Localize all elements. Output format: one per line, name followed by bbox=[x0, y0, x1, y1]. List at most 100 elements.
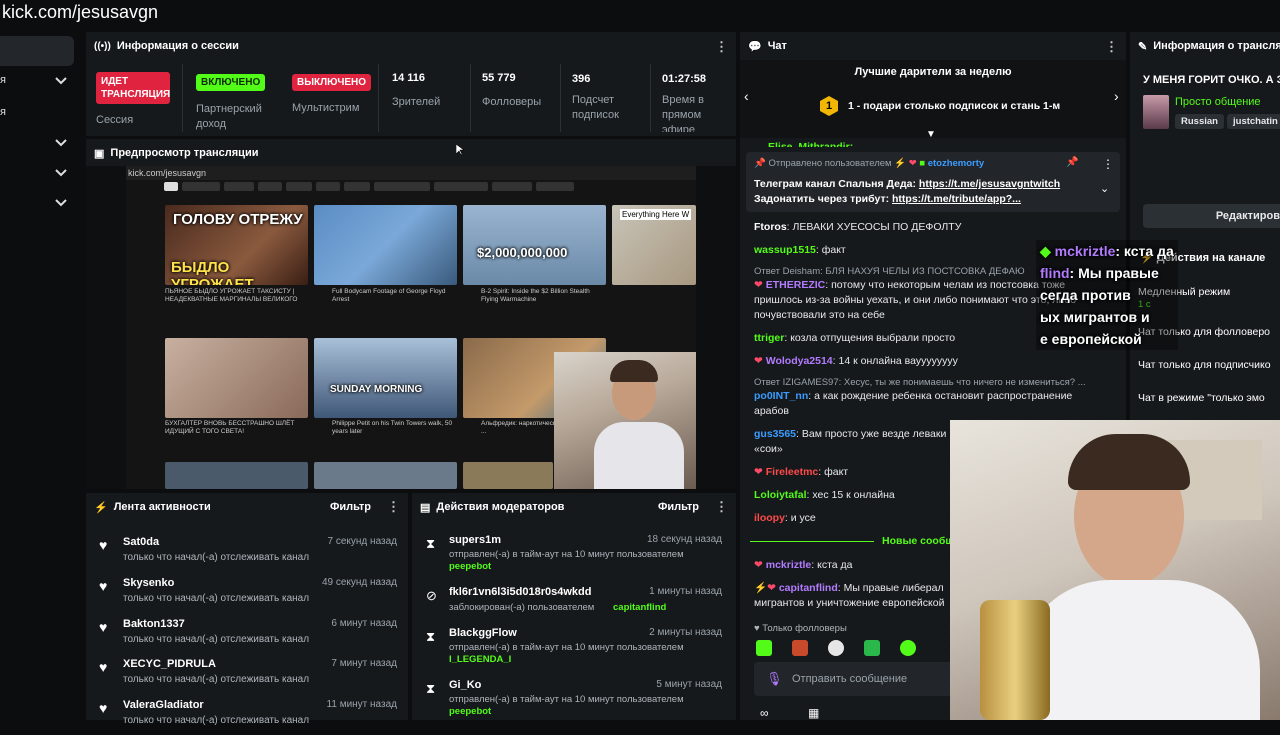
chat-overlay: ◆ mckriztle: кста да flind: Мы правые се… bbox=[1036, 240, 1178, 350]
video-thumbnail[interactable]: $2,000,000,000 bbox=[463, 205, 606, 285]
video-caption: БУХГАЛТЕР ВНОВЬ БЕССТРАШНО ШЛЁТ ИДУЩИЙ С… bbox=[165, 420, 295, 435]
video-thumbnail[interactable] bbox=[314, 462, 457, 489]
emote-icon[interactable] bbox=[828, 640, 844, 656]
list-item: ♥ XECYC_PIDRULA только что начал(-а) отс… bbox=[99, 658, 397, 685]
pinned-header: Отправлено пользователем bbox=[768, 158, 892, 169]
emote-icon[interactable] bbox=[864, 640, 880, 656]
chevron-down-icon[interactable] bbox=[54, 76, 68, 90]
moderator-badge-icon: ⚡ bbox=[894, 158, 907, 169]
mod-header: ▤ Действия модераторов Фильтр ⋮ bbox=[412, 493, 736, 521]
subs-only-toggle[interactable]: Чат только для подписчико bbox=[1138, 359, 1271, 371]
new-messages-label[interactable]: Новые сообщ bbox=[882, 535, 954, 547]
more-options-icon[interactable]: ⋮ bbox=[1105, 40, 1118, 53]
heart-icon: ♥ bbox=[99, 659, 108, 675]
heart-icon: ❤ bbox=[754, 466, 763, 478]
chat-title: Чат bbox=[767, 40, 787, 52]
mod-filter-button[interactable]: Фильтр bbox=[658, 501, 699, 513]
more-options-icon[interactable]: ⋮ bbox=[715, 40, 728, 53]
unpin-icon[interactable]: 📌 bbox=[1066, 157, 1078, 168]
reply-preview: Ответ Deisham: БЛЯ НАХУЯ ЧЕЛЫ ИЗ ПОСТСОВ… bbox=[754, 266, 1025, 277]
left-sidebar: я я bbox=[0, 34, 82, 720]
chevron-down-icon[interactable] bbox=[54, 168, 68, 182]
pinned-line2: Задонатить через трибут: bbox=[754, 193, 892, 205]
mod-title: Действия модераторов bbox=[436, 501, 565, 513]
chat-input[interactable]: 🎙 Отправить сообщение bbox=[754, 662, 954, 696]
heart-icon: ♥ bbox=[99, 578, 108, 594]
chevron-down-icon[interactable]: ⌄ bbox=[1100, 182, 1109, 195]
heart-icon: ❤ bbox=[767, 582, 776, 594]
chevron-right-icon[interactable]: › bbox=[1114, 88, 1119, 104]
gift-icon[interactable]: ▦ bbox=[808, 706, 819, 720]
bolt-icon: ⚡ bbox=[94, 501, 108, 514]
emote-icon[interactable] bbox=[900, 640, 916, 656]
chat-message: ❤ Fireleetmc: факт bbox=[754, 466, 849, 478]
video-thumbnail[interactable]: Everything Here W bbox=[612, 205, 696, 285]
list-item: ⧗ Gi_Ko отправлен(-а) в тайм-аут на 10 м… bbox=[426, 679, 722, 717]
partner-badge: ВКЛЮЧЕНО bbox=[196, 74, 266, 91]
chat-message: Loloiytafal: хес 15 к онлайна bbox=[754, 489, 895, 501]
chat-message: ❤ ETHEREZIC: потому что некоторым челам … bbox=[754, 279, 1077, 321]
pencil-icon: ✎ bbox=[1138, 40, 1148, 53]
chevron-down-icon[interactable] bbox=[54, 198, 68, 212]
broadcast-icon: ((•)) bbox=[94, 40, 111, 52]
category-thumbnail[interactable] bbox=[1143, 95, 1169, 129]
video-thumbnail[interactable] bbox=[165, 338, 308, 418]
emote-bar bbox=[756, 640, 952, 656]
heart-icon: ♥ bbox=[99, 537, 108, 553]
list-item: ⊘ fkl6r1vn6l3i5d018r0s4wkdd заблокирован… bbox=[426, 586, 722, 613]
video-thumbnail[interactable]: SUNDAY MORNING bbox=[314, 338, 457, 418]
sidebar-item-active[interactable] bbox=[0, 36, 74, 66]
sidebar-item-label[interactable]: я bbox=[0, 106, 6, 118]
edit-button[interactable]: Редактиров bbox=[1143, 204, 1280, 228]
hourglass-icon: ⧗ bbox=[426, 629, 436, 644]
collapse-icon[interactable]: ▼ bbox=[926, 129, 936, 140]
document-icon: ▤ bbox=[420, 501, 431, 514]
list-item: ♥ Bakton1337 только что начал(-а) отслеж… bbox=[99, 618, 397, 645]
stream-preview[interactable]: kick.com/jesusavgn ГОЛОВУ ОТРЕЖУ БЫДЛО У… bbox=[86, 166, 736, 489]
uptime-value: 01:27:58 bbox=[662, 73, 707, 85]
stream-info-title: Информация о трансля bbox=[1153, 40, 1280, 52]
sidebar-item-label[interactable]: я bbox=[0, 74, 6, 86]
stream-title: У МЕНЯ ГОРИТ ОЧКО. А З bbox=[1143, 74, 1280, 86]
infinity-icon[interactable]: ∞ bbox=[760, 706, 769, 720]
microphone bbox=[980, 600, 1050, 720]
category-link[interactable]: Просто общение bbox=[1175, 96, 1261, 108]
cut-message: Elise_Mithrandir: bbox=[768, 141, 854, 147]
pinned-user[interactable]: etozhemorty bbox=[928, 158, 984, 169]
chevron-down-icon[interactable] bbox=[54, 138, 68, 152]
video-thumbnail[interactable] bbox=[165, 462, 308, 489]
chevron-left-icon[interactable]: ‹ bbox=[744, 88, 749, 104]
browser-capture: kick.com/jesusavgn ГОЛОВУ ОТРЕЖУ БЫДЛО У… bbox=[126, 166, 696, 489]
telegram-link[interactable]: https://t.me/jesusavgntwitch bbox=[919, 178, 1060, 190]
reply-preview: Ответ IZIGAMES97: Хесус, ты же понимаешь… bbox=[754, 377, 1086, 388]
pinned-message: 📌 Отправлено пользователем ⚡ ❤ ■ etozhem… bbox=[746, 152, 1120, 212]
activity-filter-button[interactable]: Фильтр bbox=[330, 501, 371, 513]
pin-icon: 📌 bbox=[754, 158, 766, 169]
tag-chip[interactable]: justchatin bbox=[1227, 114, 1280, 129]
rank-badge: 1 bbox=[820, 96, 838, 116]
microphone-icon[interactable]: 🎙 bbox=[766, 671, 783, 687]
video-caption: Philippe Petit on his Twin Towers walk, … bbox=[332, 420, 453, 435]
heart-icon: ❤ bbox=[754, 355, 763, 367]
video-thumbnail[interactable] bbox=[463, 462, 553, 489]
video-thumbnail[interactable]: ГОЛОВУ ОТРЕЖУ БЫДЛО УГРОЖАЕТ bbox=[165, 205, 308, 285]
uptime-label: Время в прямом эфире bbox=[662, 94, 704, 132]
tag-chip[interactable]: Russian bbox=[1175, 114, 1224, 129]
more-options-icon[interactable]: ⋮ bbox=[387, 499, 400, 515]
new-messages-divider bbox=[750, 541, 874, 542]
emote-icon[interactable] bbox=[792, 640, 808, 656]
partner-label: Партнерский доход bbox=[196, 103, 262, 130]
more-options-icon[interactable]: ⋮ bbox=[1102, 157, 1114, 171]
video-thumbnail[interactable] bbox=[314, 205, 457, 285]
emote-icon[interactable] bbox=[756, 640, 772, 656]
session-header: ((•)) Информация о сессии ⋮ bbox=[86, 32, 736, 60]
viewers-stat: 14 116 Зрителей bbox=[392, 72, 440, 108]
more-options-icon[interactable]: ⋮ bbox=[715, 499, 728, 515]
heart-icon: ♥ bbox=[754, 623, 760, 634]
tribute-link[interactable]: https://t.me/tribute/app?... bbox=[892, 193, 1021, 205]
chat-icon: 💬 bbox=[748, 40, 762, 53]
url-bar: kick.com/jesusavgn bbox=[2, 2, 159, 22]
multistream-label: Мультистрим bbox=[292, 102, 360, 114]
emote-only-toggle[interactable]: Чат в режиме "только эмо bbox=[1138, 392, 1265, 404]
chat-message: Ftoros: ЛЕВАКИ ХУЕСОСЫ ПО ДЕФОЛТУ bbox=[754, 221, 962, 233]
